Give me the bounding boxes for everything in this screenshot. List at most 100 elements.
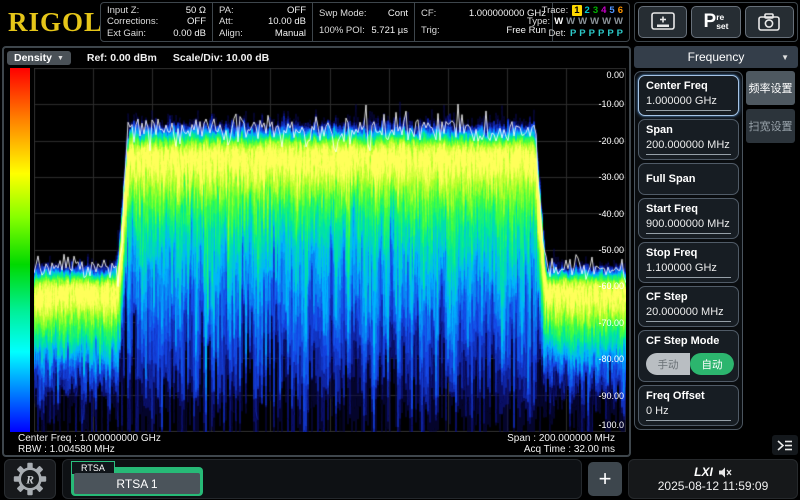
preset-p: P [704,11,717,33]
y-axis-tick: -80.00 [598,354,624,364]
camera-icon [757,12,781,32]
add-app-button[interactable]: + [588,462,622,496]
ref-level-text: Ref: 0.00 dBm [87,52,157,64]
acq-time-annotation: Acq Time : 32.00 ms [507,444,615,455]
menu-item-label: Freq Offset [646,389,731,403]
menu-item-value: 1.000000 GHz [646,93,731,111]
measurement-annotations: Center Freq : 1.000000000 GHz RBW : 1.00… [4,432,629,455]
status-group-sweep: Swp Mode: Cont 100% POI: 5.721 µs [313,3,415,41]
menu-item-freq-offset[interactable]: Freq Offset 0 Hz [638,385,739,426]
menu-item-start-freq[interactable]: Start Freq 900.000000 MHz [638,198,739,239]
info-label: CF: [421,8,436,19]
info-value: Cont [388,8,408,19]
status-clock-panel: LXI 2025-08-12 11:59:09 [628,459,798,499]
info-label: Input Z: [107,5,139,16]
preset-button[interactable]: P re set [691,6,740,38]
center-freq-annotation: Center Freq : 1.000000000 GHz [18,433,161,444]
menu-item-value: 200.000000 MHz [646,137,731,155]
trace-summary: Trace: 1 2 3 4 5 6 Type: W W W W W W Det… [553,3,629,41]
trace-type-label: Type: [527,16,550,27]
trace-det: P [607,28,613,39]
plot-region: 0.00 -10.00 -20.00 -30.00 -40.00 -50.00 … [34,68,626,432]
datetime-text: 2025-08-12 11:59:09 [658,480,769,493]
menu-item-cf-step-mode[interactable]: CF Step Mode 手动 自动 [638,330,739,382]
menu-item-cf-step[interactable]: CF Step 20.000000 MHz [638,286,739,327]
menu-item-label: CF Step [646,290,731,304]
trace-det: P [570,28,576,39]
screenshot-button[interactable] [745,6,794,38]
status-group-pa: PA:OFF Att:10.00 dB Align:Manual [213,3,313,41]
app-tab-rtsa1[interactable]: RTSA 1 [74,473,200,494]
top-status-bar: RIGOL Input Z:50 Ω Corrections:OFF Ext G… [0,0,800,44]
y-axis-tick: -30.00 [598,172,624,182]
cf-step-mode-toggle[interactable]: 手动 自动 [646,353,734,375]
svg-text:R: R [25,474,34,487]
menu-item-label: Full Span [646,172,731,186]
rigol-logo: RIGOL [8,7,103,38]
trace-4-badge[interactable]: 4 [601,5,606,16]
span-annotation: Span : 200.000000 MHz [507,433,615,444]
add-view-icon [650,11,676,33]
y-axis-tick: 0.00 [606,70,624,80]
trace-1-badge[interactable]: 1 [572,5,581,16]
instrument-status-box: Input Z:50 Ω Corrections:OFF Ext Gain:0.… [100,2,630,42]
info-label: Trig: [421,25,440,36]
gear-icon: R [12,461,48,497]
y-axis-tick: -60.00 [598,281,624,291]
y-axis-tick: -70.00 [598,318,624,328]
trace-2-badge[interactable]: 2 [585,5,590,16]
menu-item-label: Center Freq [646,79,731,93]
system-settings-button[interactable]: R [4,459,56,499]
spectrum-display-panel: Density ▼ Ref: 0.00 dBm Scale/Div: 10.00… [2,46,631,457]
top-button-group: P re set [634,2,798,42]
toggle-auto-option[interactable]: 自动 [690,353,734,375]
status-group-input: Input Z:50 Ω Corrections:OFF Ext Gain:0.… [101,3,213,41]
trace-det: P [598,28,604,39]
trace-type: W [602,16,611,27]
menu-item-value: 20.000000 MHz [646,304,731,322]
trace-type: W [566,16,575,27]
rbw-annotation: RBW : 1.004580 MHz [18,444,161,455]
chevron-down-icon: ▼ [781,53,789,62]
info-label: Align: [219,28,243,39]
trace-det: P [589,28,595,39]
trace-det-label: Det: [549,28,566,39]
menu-item-center-freq[interactable]: Center Freq 1.000000 GHz [638,75,739,116]
y-axis-tick: -40.00 [598,209,624,219]
trace-label: Trace: [542,5,569,16]
y-axis-tick: -20.00 [598,136,624,146]
toggle-manual-option[interactable]: 手动 [646,353,690,375]
display-mode-dropdown[interactable]: Density ▼ [7,51,71,65]
tab-frequency-settings[interactable]: 频率设置 [746,71,795,105]
info-value: 5.721 µs [371,25,408,36]
menu-item-full-span[interactable]: Full Span [638,163,739,195]
add-view-button[interactable] [638,6,687,38]
menu-title: Frequency [688,50,745,64]
info-label: Swp Mode: [319,8,367,19]
menu-item-stop-freq[interactable]: Stop Freq 1.100000 GHz [638,242,739,283]
menu-item-span[interactable]: Span 200.000000 MHz [638,119,739,160]
chevron-down-icon: ▼ [57,55,64,62]
info-value: OFF [287,5,306,16]
input-menu-icon [776,439,794,452]
y-axis-tick: -100.0 [598,420,624,430]
menu-item-label: CF Step Mode [646,334,731,348]
trace-6-badge[interactable]: 6 [618,5,623,16]
numeric-input-button[interactable] [772,435,798,455]
menu-items-column: Center Freq 1.000000 GHz Span 200.000000… [634,71,743,430]
info-value: 50 Ω [186,5,206,16]
tab-label: 频率设置 [749,80,793,96]
tab-span-settings[interactable]: 扫宽设置 [746,109,795,143]
trace-3-badge[interactable]: 3 [593,5,598,16]
chart-area: 0.00 -10.00 -20.00 -30.00 -40.00 -50.00 … [4,68,629,432]
spectrum-canvas [34,68,626,432]
info-label: PA: [219,5,234,16]
info-value: OFF [187,16,206,27]
speaker-muted-icon [719,467,732,478]
info-label: 100% POI: [319,25,365,36]
menu-item-label: Stop Freq [646,246,731,260]
menu-title-dropdown[interactable]: Frequency ▼ [634,46,798,68]
menu-item-value: 1.100000 GHz [646,260,731,278]
trace-det: P [579,28,585,39]
trace-5-badge[interactable]: 5 [609,5,614,16]
